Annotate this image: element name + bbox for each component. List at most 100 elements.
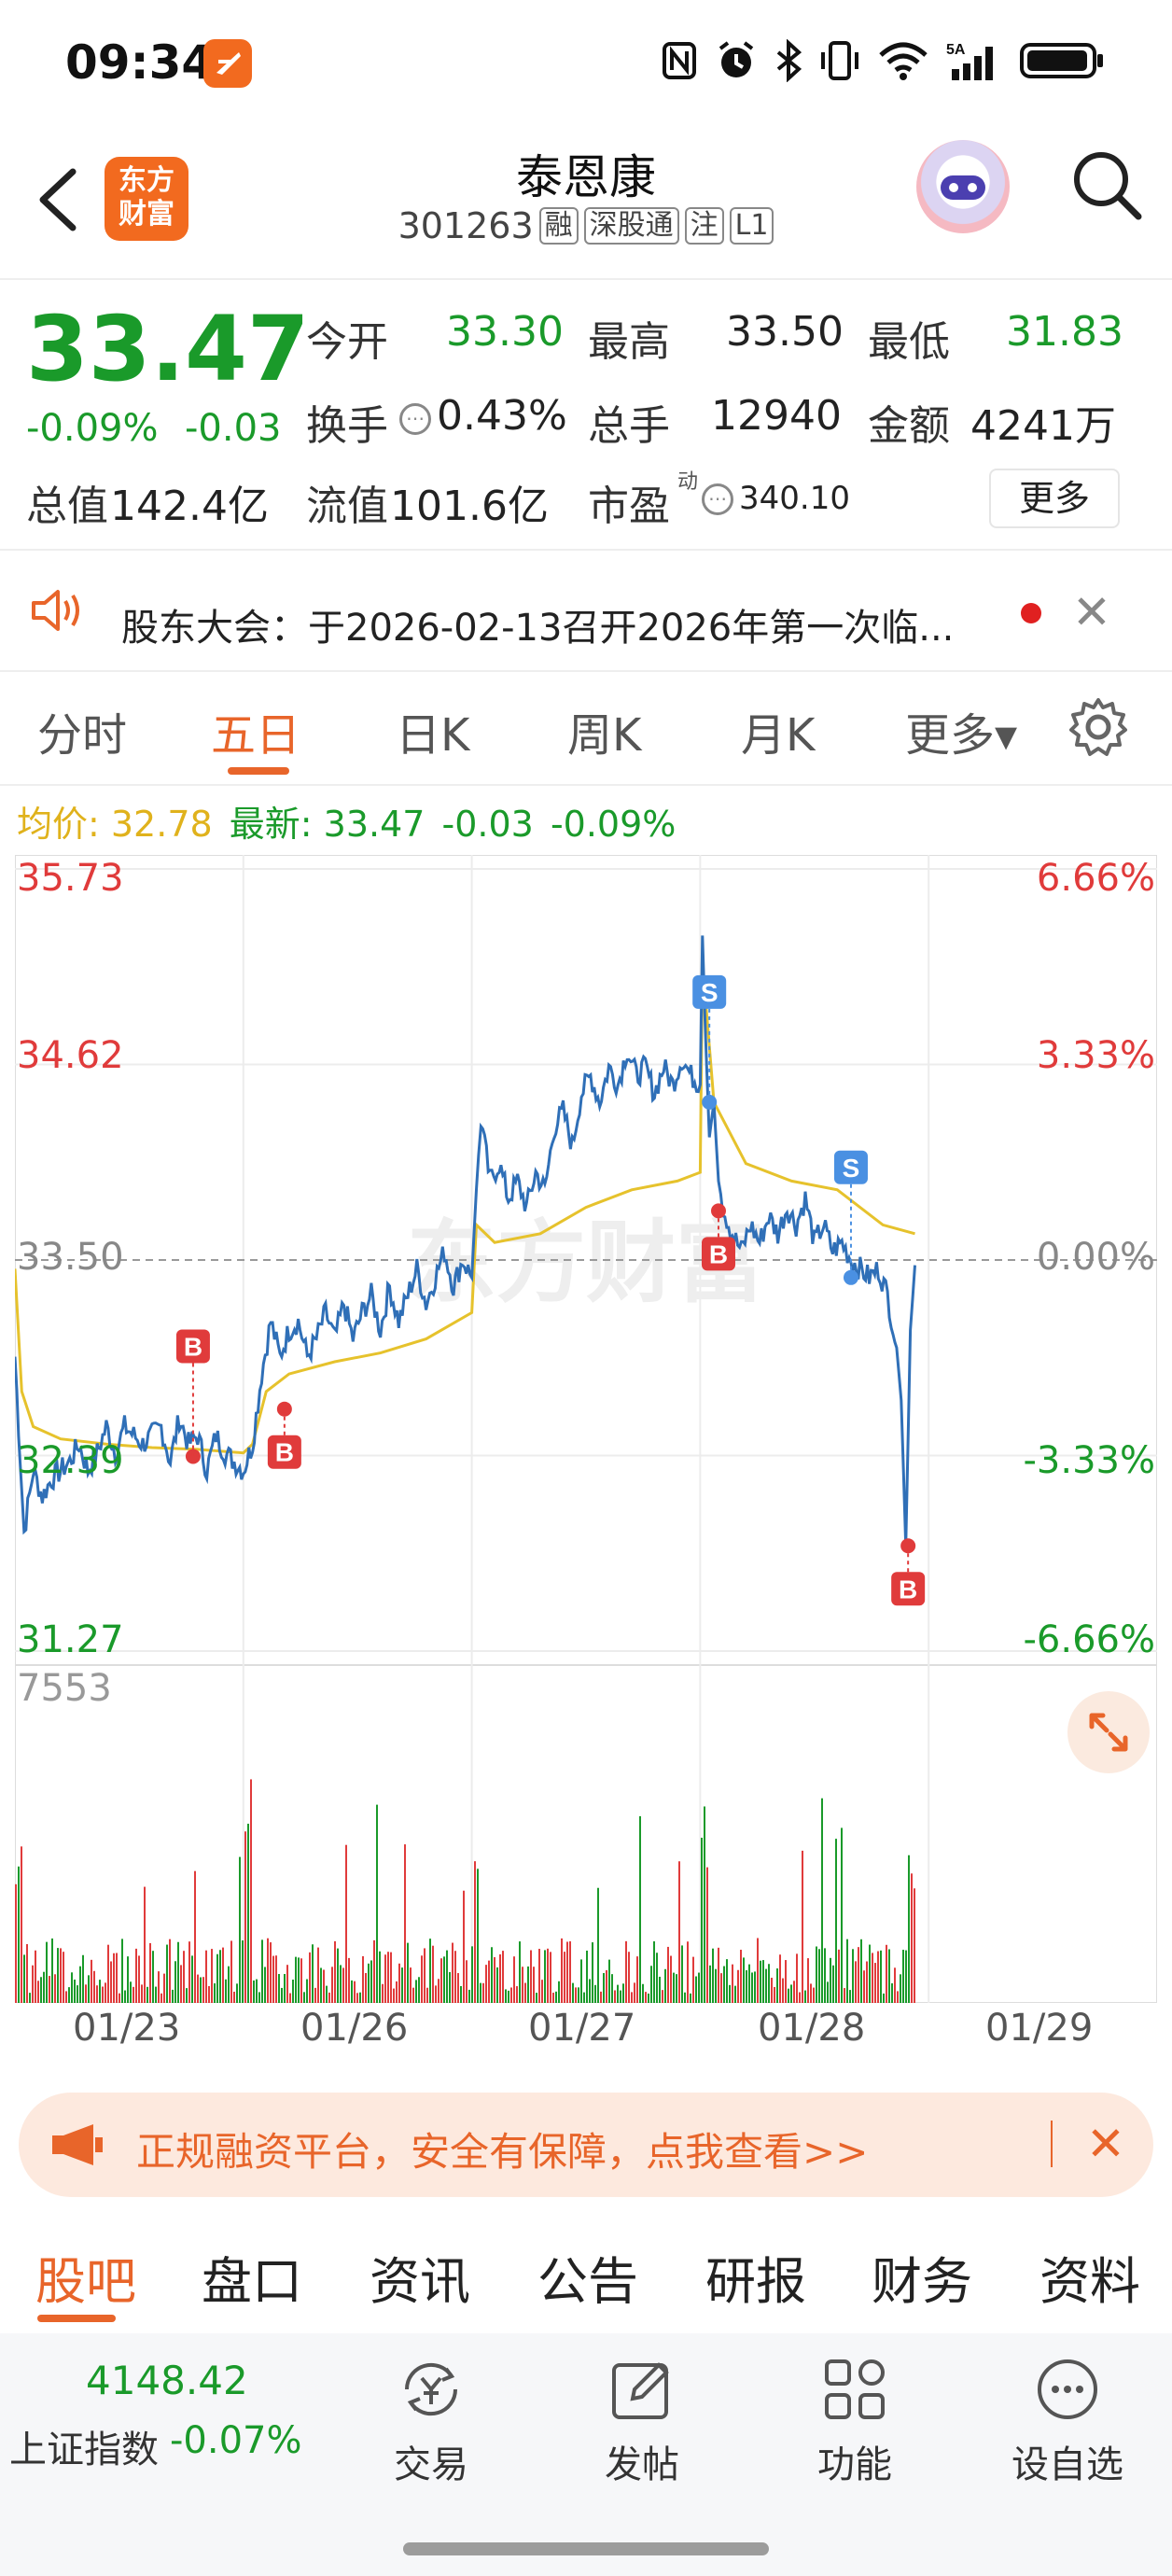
tab-financials[interactable]: 财务 xyxy=(872,2240,972,2314)
megaphone-icon xyxy=(49,2119,108,2175)
tab-more[interactable]: 更多▾ xyxy=(905,698,1017,763)
volume-bar xyxy=(894,1967,896,2003)
y-tick-right-1: 6.66% xyxy=(1036,857,1155,900)
volume-bar xyxy=(830,1957,831,2003)
volume-bar xyxy=(426,1987,428,2003)
price-chart[interactable]: 东方财富 BBSBSB xyxy=(15,855,1157,1665)
volume-bar xyxy=(253,1980,255,2003)
promo-text[interactable]: 正规融资平台，安全有保障，点我查看>> xyxy=(136,2121,868,2177)
tab-monthly-k[interactable]: 月K xyxy=(741,698,815,763)
tab-news[interactable]: 资讯 xyxy=(370,2240,470,2314)
home-indicator[interactable] xyxy=(403,2542,769,2555)
search-button[interactable] xyxy=(1067,146,1146,224)
turnover-value: 0.43% xyxy=(437,392,567,440)
signal-5a-icon: 5A xyxy=(946,42,993,80)
volume-bar xyxy=(174,1961,176,2003)
ai-assistant-avatar[interactable] xyxy=(916,140,1010,233)
volume-bar xyxy=(583,1992,585,2003)
notice-text[interactable]: 股东大会：于2026-02-13召开2026年第一次临... xyxy=(121,597,998,651)
volume-bar xyxy=(144,1886,146,2003)
volume-bar xyxy=(911,1873,913,2003)
tab-profile[interactable]: 资料 xyxy=(1039,2240,1140,2314)
volume-bar xyxy=(659,1976,661,2003)
index-name[interactable]: 上证指数 xyxy=(9,2419,159,2473)
volume-bar xyxy=(480,1982,481,2003)
volume-bar xyxy=(49,1976,50,2003)
volume-bar xyxy=(533,1967,535,2003)
tabs-divider xyxy=(0,784,1172,786)
volume-bar xyxy=(368,1963,370,2003)
volume-bar xyxy=(807,1958,809,2003)
nav-functions[interactable]: 功能 xyxy=(780,2352,929,2501)
volume-bar xyxy=(29,1993,31,2003)
tag-margin: 融 xyxy=(538,207,579,245)
volume-bar xyxy=(614,1990,616,2003)
promo-close-button[interactable]: ✕ xyxy=(1073,2111,1138,2177)
latest-price: 最新: 33.47 xyxy=(229,804,426,845)
volume-bar xyxy=(701,1838,703,2003)
volume-bar xyxy=(653,1941,655,2003)
tab-research[interactable]: 研报 xyxy=(705,2240,806,2314)
y-tick-left-1: 35.73 xyxy=(17,857,124,900)
expand-chart-button[interactable] xyxy=(1067,1691,1150,1773)
volume-bar xyxy=(96,1985,98,2003)
volume-value: 12940 xyxy=(711,392,842,440)
tab-weekly-k[interactable]: 周K xyxy=(567,698,641,763)
volume-bar xyxy=(133,1986,134,2003)
volume-bar xyxy=(625,1940,627,2003)
volume-bar xyxy=(396,1981,398,2003)
volume-bar xyxy=(832,1965,834,2003)
svg-text:B: B xyxy=(899,1575,917,1603)
more-dots-icon xyxy=(1038,2359,1097,2419)
svg-text:5A: 5A xyxy=(946,42,966,58)
nav-post[interactable]: 发帖 xyxy=(567,2352,717,2501)
pe-info-icon[interactable]: ⋯ xyxy=(702,483,733,515)
volume-bar xyxy=(662,1990,663,2003)
tab-daily-k[interactable]: 日K xyxy=(396,698,469,763)
tab-five-day[interactable]: 五日 xyxy=(211,698,300,763)
chart-settings-button[interactable] xyxy=(1066,694,1131,760)
low-label: 最低 xyxy=(868,318,950,366)
volume-bar xyxy=(370,1960,372,2003)
notice-close-button[interactable]: ✕ xyxy=(1064,584,1120,640)
amount-value: 4241万 xyxy=(970,402,1116,450)
volume-bar xyxy=(124,1990,126,2003)
volume-bar xyxy=(698,1972,700,2003)
section-tabs: 股吧 盘口 资讯 公告 研报 财务 资料 xyxy=(0,2221,1172,2324)
volume-bar xyxy=(284,1973,286,2003)
volume-bar xyxy=(404,1844,406,2003)
index-change[interactable]: -0.07% xyxy=(170,2419,302,2462)
volume-bar xyxy=(155,1986,157,2003)
tab-guba[interactable]: 股吧 xyxy=(35,2240,136,2314)
nav-trade[interactable]: 交易 xyxy=(356,2352,506,2501)
volume-bar xyxy=(608,1959,610,2003)
volume-bar xyxy=(544,1950,546,2003)
more-quote-button[interactable]: 更多 xyxy=(989,469,1120,528)
tab-announcements[interactable]: 公告 xyxy=(537,2240,638,2314)
tab-intraday[interactable]: 分时 xyxy=(37,698,127,763)
tab-order-book[interactable]: 盘口 xyxy=(202,2240,302,2314)
date-label-4: 01/28 xyxy=(758,2007,866,2050)
info-icon[interactable]: ⋯ xyxy=(399,403,431,435)
volume-bar xyxy=(519,1941,521,2003)
nav-add-watchlist[interactable]: 设自选 xyxy=(993,2352,1142,2501)
nav-trade-label: 交易 xyxy=(394,2443,468,2486)
volume-bar xyxy=(278,1974,280,2003)
volume-bar xyxy=(603,1972,605,2003)
volume-bar xyxy=(141,1984,143,2003)
volume-bar xyxy=(762,1960,764,2003)
tag-shenzhen-connect: 深股通 xyxy=(583,207,679,245)
latest-change: -0.03 xyxy=(441,804,534,845)
volume-bar xyxy=(897,1991,899,2003)
volume-bar xyxy=(902,1950,904,2003)
volume-bar xyxy=(320,1967,322,2003)
index-value[interactable]: 4148.42 xyxy=(86,2358,248,2403)
volume-bar xyxy=(365,1972,367,2003)
volume-bar xyxy=(886,1944,887,2003)
volume-bar xyxy=(306,1979,308,2003)
alarm-icon xyxy=(719,41,754,77)
volume-bar xyxy=(802,1850,803,2003)
volume-bar xyxy=(398,1963,400,2003)
y-tick-right-2: 3.33% xyxy=(1036,1034,1155,1077)
volume-chart[interactable] xyxy=(15,1665,1157,2003)
